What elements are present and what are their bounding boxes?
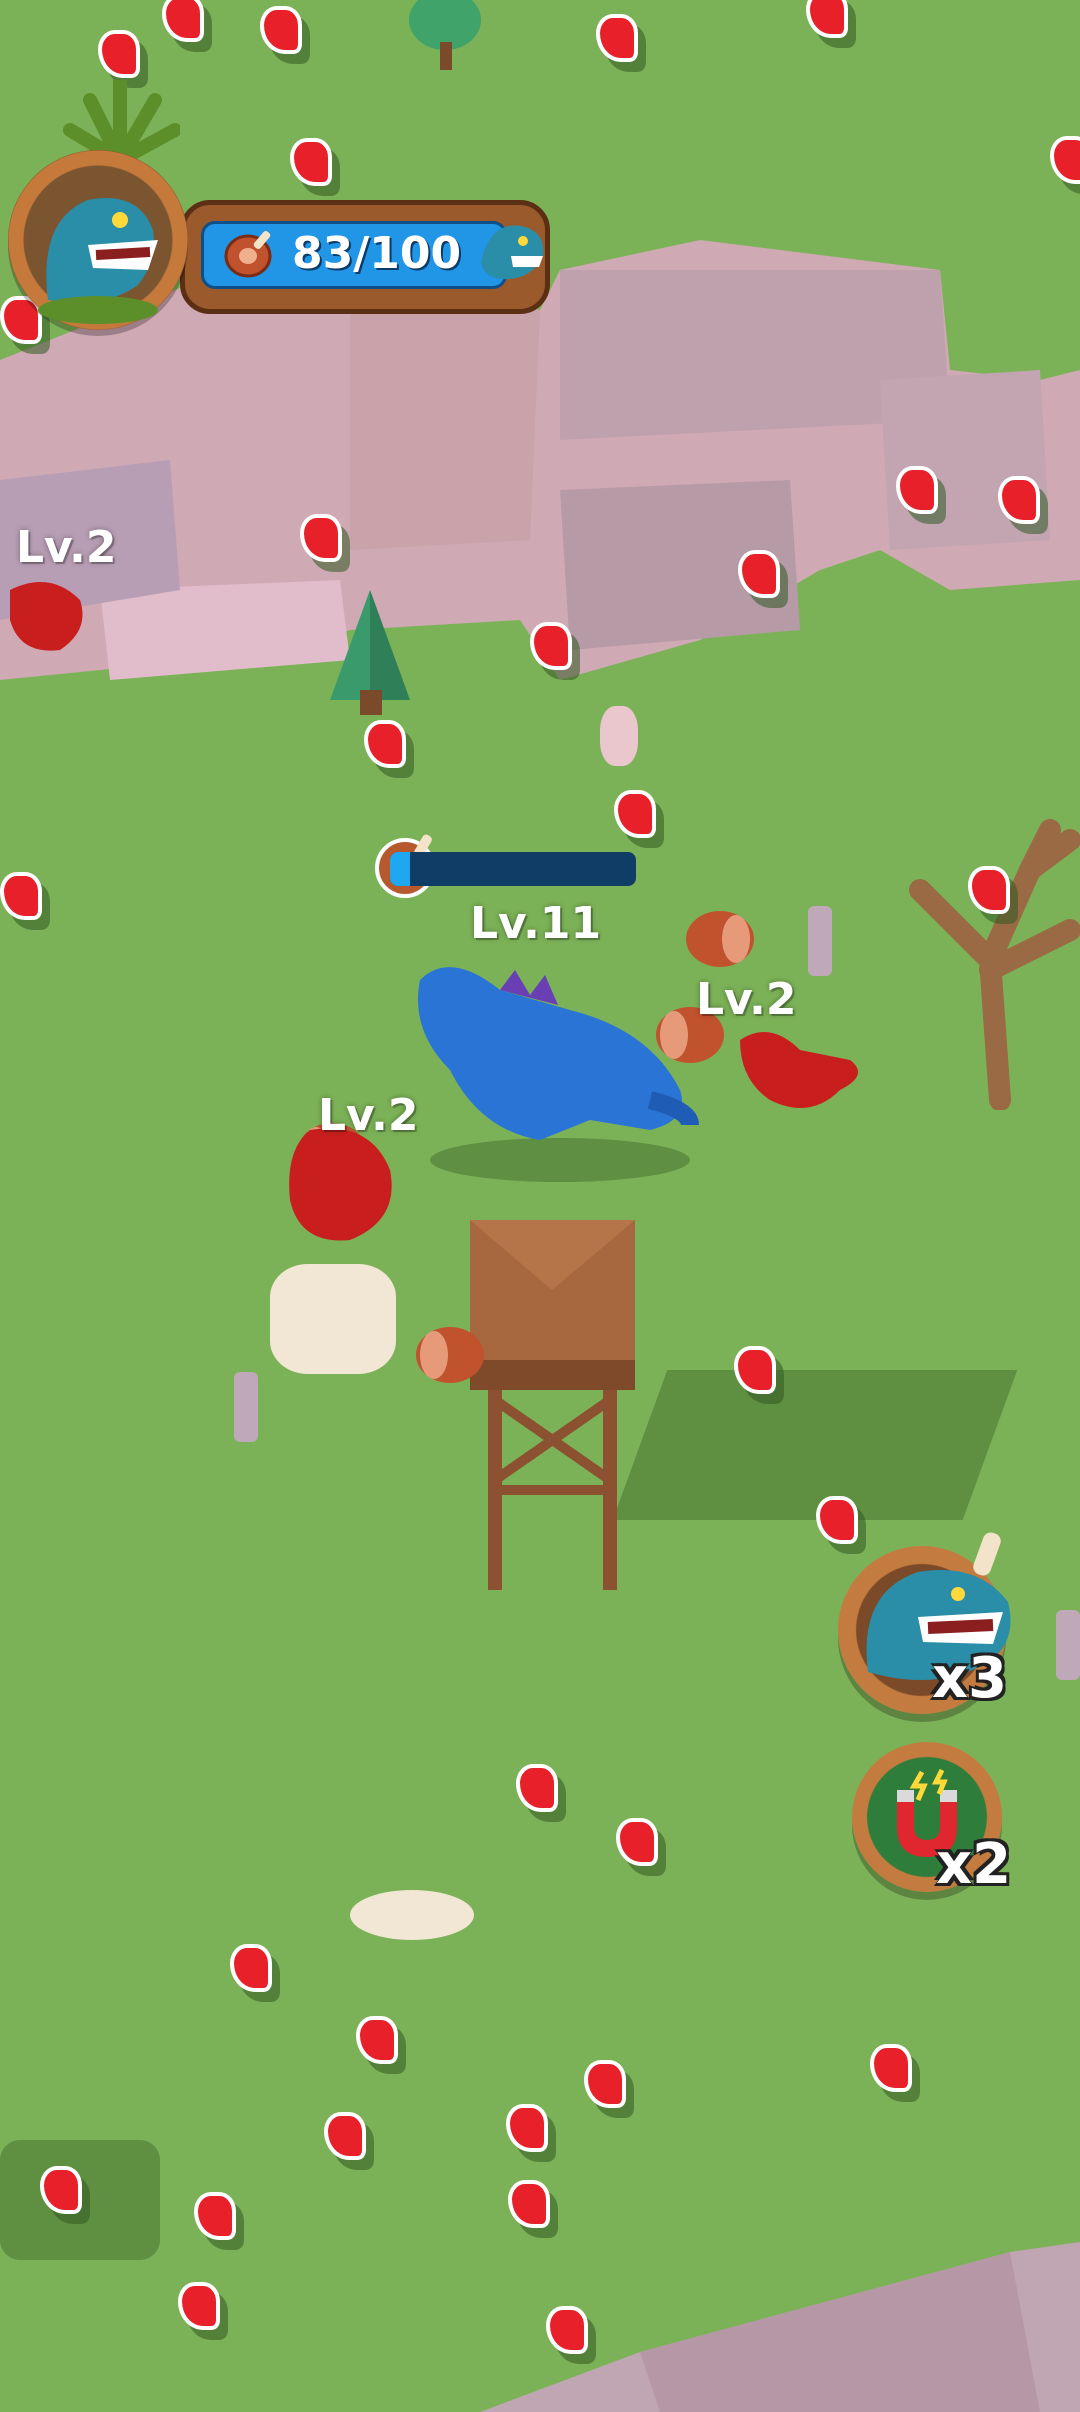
enemy-level-label: Lv.2	[318, 1090, 419, 1141]
meat-pickup	[596, 14, 638, 62]
enemy-level-label: Lv.2	[696, 974, 797, 1025]
magnet-power-button[interactable]: x2	[852, 1742, 1011, 1897]
watchtower	[470, 1220, 635, 1590]
meat-pickup	[516, 1764, 558, 1812]
stone	[1056, 1610, 1080, 1680]
meat-pickup	[584, 2060, 626, 2108]
xp-bar-track	[390, 852, 636, 886]
blue-dinosaur-portrait-icon	[38, 198, 158, 324]
player-dinosaur[interactable]	[390, 950, 710, 1190]
tower-shadow	[612, 1370, 1018, 1520]
game-scene[interactable]: Lv.2 Lv.2 Lv.2 Lv.11 83/100 x3 x2	[0, 0, 1080, 2412]
enemy-dinosaur[interactable]	[730, 1020, 870, 1130]
xp-bar-fill	[390, 852, 410, 886]
meat-pickup	[178, 2282, 220, 2330]
dead-tree-icon	[909, 819, 1080, 1110]
dinosaur-power-count: x3	[932, 1646, 1008, 1711]
food-bar: 83/100	[201, 221, 507, 289]
food-counter: 83/100	[292, 228, 462, 279]
meat-pickup	[806, 0, 848, 38]
enemy-level-label: Lv.2	[16, 522, 117, 573]
magnet-power-count: x2	[936, 1832, 1012, 1897]
meat-pickup	[260, 6, 302, 54]
meat-pickup	[616, 1818, 658, 1866]
stone	[600, 706, 638, 766]
meat-pickup	[230, 1944, 272, 1992]
next-dinosaur-icon	[481, 225, 544, 280]
stone	[808, 906, 832, 976]
meat-pickup	[614, 790, 656, 838]
stone	[270, 1264, 396, 1374]
player-portrait-frame	[8, 150, 188, 330]
tree-icon	[409, 0, 481, 70]
meat-pickup	[98, 30, 140, 78]
food-bar-frame: 83/100	[180, 200, 550, 314]
meat-pickup	[162, 0, 204, 42]
dinosaur-power-button[interactable]: x3	[838, 1532, 1011, 1714]
meat-pickup	[356, 2016, 398, 2064]
meat-pickup	[324, 2112, 366, 2160]
player-level-label: Lv.11	[470, 898, 602, 949]
meat-icon	[224, 230, 272, 278]
meat-pickup	[364, 720, 406, 768]
meat-drumstick-icon	[416, 1327, 484, 1383]
stone	[234, 1372, 258, 1442]
meat-pickup	[0, 872, 42, 920]
enemy-dinosaur[interactable]	[0, 560, 110, 670]
meat-pickup	[506, 2104, 548, 2152]
meat-pickup	[870, 2044, 912, 2092]
stone	[350, 1890, 474, 1940]
pine-tree-icon	[330, 590, 410, 715]
meat-pickup	[194, 2192, 236, 2240]
